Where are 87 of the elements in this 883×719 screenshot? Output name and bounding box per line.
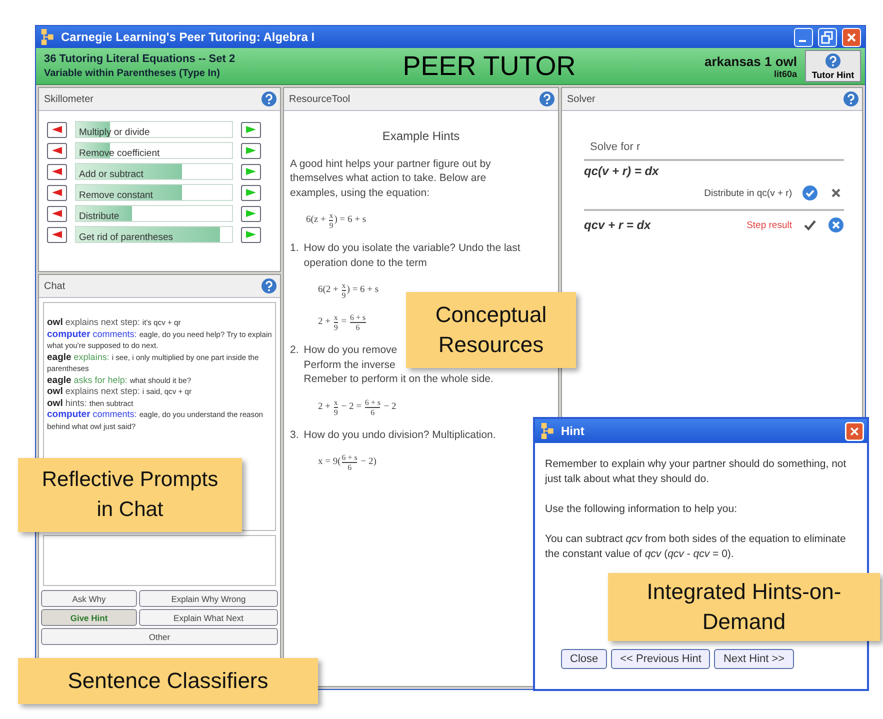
help-icon[interactable] bbox=[261, 278, 277, 294]
resource-heading: Example Hints bbox=[381, 129, 461, 144]
left-arrow-button[interactable] bbox=[47, 184, 67, 200]
equation: qc(v + r) = dx bbox=[584, 163, 660, 180]
help-icon[interactable] bbox=[261, 91, 277, 107]
left-arrow-button[interactable] bbox=[47, 226, 67, 242]
classifier-button[interactable]: Give Hint bbox=[41, 609, 137, 626]
left-arrow-button[interactable] bbox=[47, 206, 67, 222]
skill-label: Get rid of parentheses bbox=[78, 232, 173, 243]
help-icon bbox=[825, 52, 841, 68]
callout-label: Conceptual Resources bbox=[406, 292, 576, 368]
right-arrow-button[interactable] bbox=[241, 206, 261, 222]
equation: qcv + r = dx bbox=[584, 217, 652, 234]
unit-title: 36 Tutoring Literal Equations -- Set 2 bbox=[44, 53, 236, 65]
question-line: Remeber to perform it on the whole side. bbox=[304, 372, 494, 386]
restore-icon[interactable] bbox=[818, 28, 837, 46]
app-icon bbox=[40, 29, 56, 45]
right-triangle-icon bbox=[246, 231, 256, 238]
skill-label: Remove coefficient bbox=[78, 148, 160, 159]
app-icon bbox=[540, 423, 556, 439]
right-arrow-button[interactable] bbox=[241, 164, 261, 180]
help-icon[interactable] bbox=[539, 91, 555, 107]
close-icon[interactable] bbox=[842, 28, 861, 46]
user-name: arkansas 1 owl bbox=[704, 54, 797, 68]
skill-label: Add or subtract bbox=[78, 169, 144, 180]
question-line: Perform the inverse bbox=[304, 358, 396, 372]
item-number: 1. bbox=[290, 241, 299, 256]
right-triangle-icon bbox=[246, 189, 256, 196]
left-triangle-icon bbox=[52, 126, 62, 133]
callout-label: Integrated Hints-on-Demand bbox=[608, 573, 880, 641]
dialog-button[interactable]: Close bbox=[561, 649, 608, 669]
classifier-button[interactable]: Explain What Next bbox=[139, 609, 278, 626]
section-title: Variable within Parentheses (Type In) bbox=[44, 68, 221, 79]
right-arrow-button[interactable] bbox=[241, 122, 261, 138]
callout-label: Sentence Classifiers bbox=[18, 658, 318, 704]
left-triangle-icon bbox=[52, 231, 62, 238]
user-id: lit60a bbox=[774, 68, 797, 78]
close-icon[interactable] bbox=[845, 422, 864, 440]
window-title: Carnegie Learning's Peer Tutoring: Algebra I bbox=[61, 30, 316, 44]
question-line: How do you remove bbox=[304, 343, 398, 358]
skill-label: Distribute bbox=[78, 211, 120, 222]
app-title: PEER TUTOR bbox=[402, 50, 577, 82]
dialog-title: Hint bbox=[561, 424, 586, 438]
right-arrow-button[interactable] bbox=[241, 226, 261, 242]
left-triangle-icon bbox=[52, 189, 62, 196]
x-circle-icon[interactable] bbox=[828, 217, 844, 233]
question-line: operation done to the term bbox=[304, 256, 427, 270]
hint-text: Use the following information to help you: bbox=[545, 502, 738, 517]
classifier-button[interactable]: Explain Why Wrong bbox=[139, 590, 278, 607]
resource-text: A good hint helps your partner figure out by themselves what action to take. Below are examples, using the equation: bbox=[290, 156, 492, 200]
left-arrow-button[interactable] bbox=[47, 122, 67, 138]
chat-input-field[interactable] bbox=[43, 535, 276, 586]
panel-title: Chat bbox=[44, 280, 66, 292]
left-triangle-icon bbox=[52, 210, 62, 217]
right-triangle-icon bbox=[246, 168, 256, 175]
callout-label: Reflective Prompts in Chat bbox=[18, 458, 242, 532]
dialog-button[interactable]: Next Hint >> bbox=[714, 649, 794, 669]
item-number: 3. bbox=[290, 428, 299, 442]
dialog-button[interactable]: << Previous Hint bbox=[611, 649, 710, 669]
item-number: 2. bbox=[290, 343, 299, 358]
left-triangle-icon bbox=[52, 168, 62, 175]
step-action: Distribute in qc(v + r) bbox=[704, 188, 792, 198]
panel-title: ResourceTool bbox=[289, 94, 350, 104]
left-triangle-icon bbox=[52, 147, 62, 154]
right-arrow-button[interactable] bbox=[241, 142, 261, 158]
panel-title: Solver bbox=[567, 94, 596, 104]
skill-label: Multiply or divide bbox=[78, 127, 150, 138]
classifier-button[interactable]: Other bbox=[41, 628, 278, 645]
right-triangle-icon bbox=[246, 147, 256, 154]
tutor-hint-button[interactable]: Tutor Hint bbox=[805, 50, 861, 82]
right-triangle-icon bbox=[246, 210, 256, 217]
hint-text: You can subtract qcv from both sides of the equation to eliminate the constant value of qcv (qcv - qcv = 0). bbox=[545, 532, 847, 562]
classifier-button[interactable]: Ask Why bbox=[41, 590, 137, 607]
step-action: Step result bbox=[746, 220, 792, 230]
left-arrow-button[interactable] bbox=[47, 142, 67, 158]
right-triangle-icon bbox=[246, 126, 256, 133]
panel-title: Skillometer bbox=[44, 94, 94, 104]
left-arrow-button[interactable] bbox=[47, 164, 67, 180]
skill-label: Remove constant bbox=[78, 190, 153, 201]
right-arrow-button[interactable] bbox=[241, 184, 261, 200]
question-line: How do you undo division? Multiplication. bbox=[304, 428, 496, 442]
hint-text: Remember to explain why your partner should do something, not just talk about what they should do. bbox=[545, 457, 848, 487]
minimize-icon[interactable] bbox=[794, 28, 813, 46]
solver-prompt: Solve for r bbox=[584, 141, 844, 161]
question-line: How do you isolate the variable? Undo the last bbox=[304, 241, 520, 256]
check-circle-icon[interactable] bbox=[802, 185, 818, 201]
help-icon[interactable] bbox=[843, 91, 859, 107]
